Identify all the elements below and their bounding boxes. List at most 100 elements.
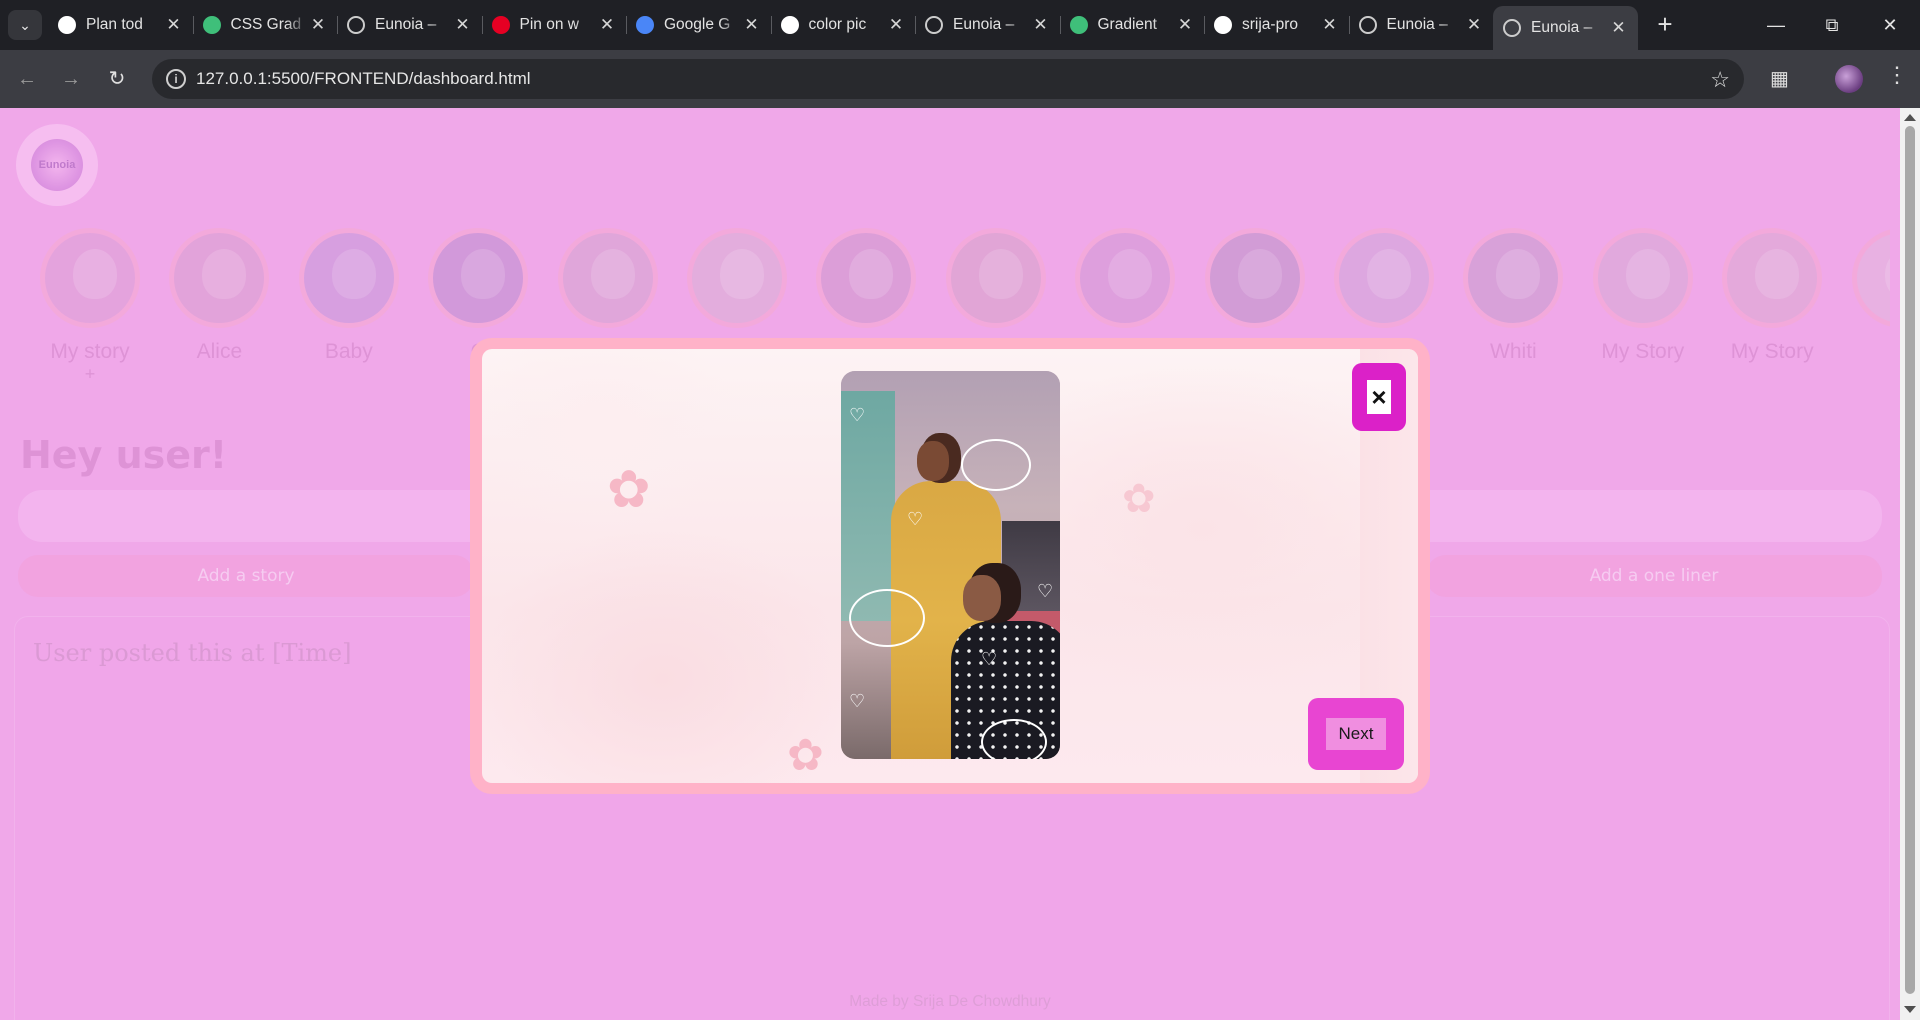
reload-icon[interactable]: ↻ [102, 64, 132, 94]
photo-person-face [917, 441, 949, 481]
story-avatar[interactable] [557, 228, 658, 328]
browser-tab[interactable]: CSS Grad ✕ [192, 6, 338, 44]
story-avatar[interactable] [1592, 228, 1693, 328]
logo-text: Eunoia [31, 139, 83, 191]
story-avatar[interactable] [1463, 228, 1564, 328]
scroll-thumb[interactable] [1905, 126, 1915, 994]
story-avatar[interactable] [816, 228, 917, 328]
story-item[interactable]: Baby [297, 228, 401, 364]
feed-caption: User posted this at [Time] [33, 639, 352, 667]
story-item[interactable] [1203, 228, 1307, 340]
scroll-down-arrow-icon[interactable] [1904, 1006, 1916, 1013]
tab-close-icon[interactable]: ✕ [1032, 15, 1050, 35]
forward-arrow-icon[interactable]: → [56, 64, 86, 94]
new-tab-plus-icon[interactable]: + [1650, 10, 1680, 40]
google-icon [780, 16, 799, 34]
story-item[interactable] [1073, 228, 1177, 340]
story-item[interactable] [814, 228, 918, 340]
tab-title: Google G [664, 16, 731, 33]
add-one-liner-button[interactable]: Add a one liner [1426, 555, 1882, 597]
heart-doodle-icon: ♡ [907, 509, 924, 529]
tab-title: color pic [808, 16, 867, 33]
tab-close-icon[interactable]: ✕ [887, 15, 905, 35]
story-item[interactable]: My story + [38, 228, 142, 378]
add-story-button[interactable]: Add a story [18, 555, 474, 597]
next-button-label[interactable]: Next [1326, 718, 1386, 750]
photo-person-face [963, 575, 1001, 621]
tab-strip: Plan tod ✕ CSS Grad ✕ Eunoia – ✕ Pin on w ✕ Goog… [48, 6, 1638, 50]
chatgpt-icon [58, 16, 76, 34]
story-avatar[interactable] [428, 228, 529, 328]
tab-close-icon[interactable]: ✕ [309, 15, 327, 35]
story-item[interactable]: Whiti [1461, 228, 1565, 364]
back-arrow-icon[interactable]: ← [12, 64, 42, 94]
story-item[interactable]: My Story [1720, 228, 1824, 364]
browser-tab[interactable]: srija-pro ✕ [1204, 6, 1349, 44]
browser-tab[interactable]: Eunoia – ✕ [1348, 6, 1494, 44]
address-bar[interactable]: i 127.0.0.1:5500/FRONTEND/dashboard.html… [152, 59, 1744, 99]
tab-title: Eunoia – [1386, 16, 1448, 33]
browser-tab[interactable]: color pic ✕ [770, 6, 916, 44]
browser-tab[interactable]: Gradient ✕ [1059, 6, 1205, 44]
story-item[interactable] [1332, 228, 1436, 340]
story-item[interactable] [556, 228, 660, 340]
story-item[interactable]: Alice [167, 228, 271, 364]
story-avatar[interactable] [169, 228, 270, 328]
story-avatar[interactable] [1851, 228, 1890, 328]
address-url[interactable]: 127.0.0.1:5500/FRONTEND/dashboard.html [196, 69, 531, 89]
eunoia-logo[interactable]: Eunoia [16, 124, 98, 206]
pinterest-icon [491, 16, 510, 34]
bear-doodle-icon [981, 719, 1047, 759]
globe-icon [925, 16, 943, 34]
browser-tab[interactable]: Pin on w ✕ [481, 6, 627, 44]
story-avatar[interactable] [945, 228, 1046, 328]
close-window-icon[interactable]: ✕ [1870, 10, 1910, 40]
tab-close-icon[interactable]: ✕ [1465, 15, 1483, 35]
bookmark-star-icon[interactable]: ☆ [1710, 67, 1730, 93]
globe-icon [1358, 16, 1377, 34]
story-item[interactable] [685, 228, 789, 340]
browser-tab[interactable]: Eunoia – ✕ [337, 6, 482, 44]
flower-decoration-icon: ✿ [787, 731, 824, 780]
story-avatar[interactable] [1722, 228, 1823, 328]
browser-tab[interactable]: Eunoia – ✕ [1493, 6, 1638, 50]
tab-close-icon[interactable]: ✕ [454, 15, 472, 35]
tab-close-icon[interactable]: ✕ [165, 15, 183, 35]
tab-title: CSS Grad [230, 16, 302, 33]
profile-avatar[interactable] [1835, 65, 1863, 93]
tab-close-icon[interactable]: ✕ [1610, 18, 1628, 38]
story-item[interactable]: My Story [1591, 228, 1695, 364]
story-avatar[interactable] [1334, 228, 1434, 328]
close-modal-button[interactable]: × [1352, 363, 1406, 431]
page-scrollbar[interactable] [1900, 108, 1920, 1020]
tab-close-icon[interactable]: ✕ [1176, 15, 1194, 35]
story-avatar[interactable] [1075, 228, 1176, 328]
minimize-icon[interactable]: — [1756, 10, 1796, 40]
browser-tab[interactable]: Eunoia – ✕ [915, 6, 1060, 44]
restore-icon[interactable]: ⧉ [1812, 10, 1852, 40]
menu-kebab-icon[interactable]: ⋮ [1886, 62, 1908, 88]
tab-title: Pin on w [519, 16, 579, 33]
browser-tab[interactable]: Google G ✕ [626, 6, 771, 44]
story-avatar[interactable] [687, 228, 787, 328]
site-info-icon[interactable]: i [166, 69, 186, 89]
story-add-plus[interactable]: + [38, 364, 142, 378]
story-avatar[interactable] [1204, 228, 1305, 328]
story-item[interactable] [944, 228, 1048, 340]
story-avatar[interactable] [298, 228, 399, 328]
tab-close-icon[interactable]: ✕ [598, 15, 616, 35]
tab-close-icon[interactable]: ✕ [1321, 15, 1339, 35]
scroll-up-arrow-icon[interactable] [1904, 114, 1916, 121]
browser-tab[interactable]: Plan tod ✕ [48, 6, 193, 44]
tab-title: Eunoia – [1531, 19, 1593, 36]
tab-search-dropdown-icon[interactable]: ⌄ [8, 10, 42, 40]
next-story-button[interactable]: Next [1308, 698, 1404, 770]
browser-toolbar: ← → ↻ i 127.0.0.1:5500/FRONTEND/dashboar… [0, 50, 1920, 108]
tab-close-icon[interactable]: ✕ [743, 15, 761, 35]
close-icon[interactable]: × [1367, 380, 1391, 414]
extensions-puzzle-icon[interactable]: ▦ [1770, 66, 1789, 91]
story-avatar[interactable] [40, 228, 140, 328]
gemini-icon [636, 16, 654, 34]
story-item[interactable]: M [1850, 228, 1890, 364]
heart-doodle-icon: ♡ [1037, 581, 1054, 601]
